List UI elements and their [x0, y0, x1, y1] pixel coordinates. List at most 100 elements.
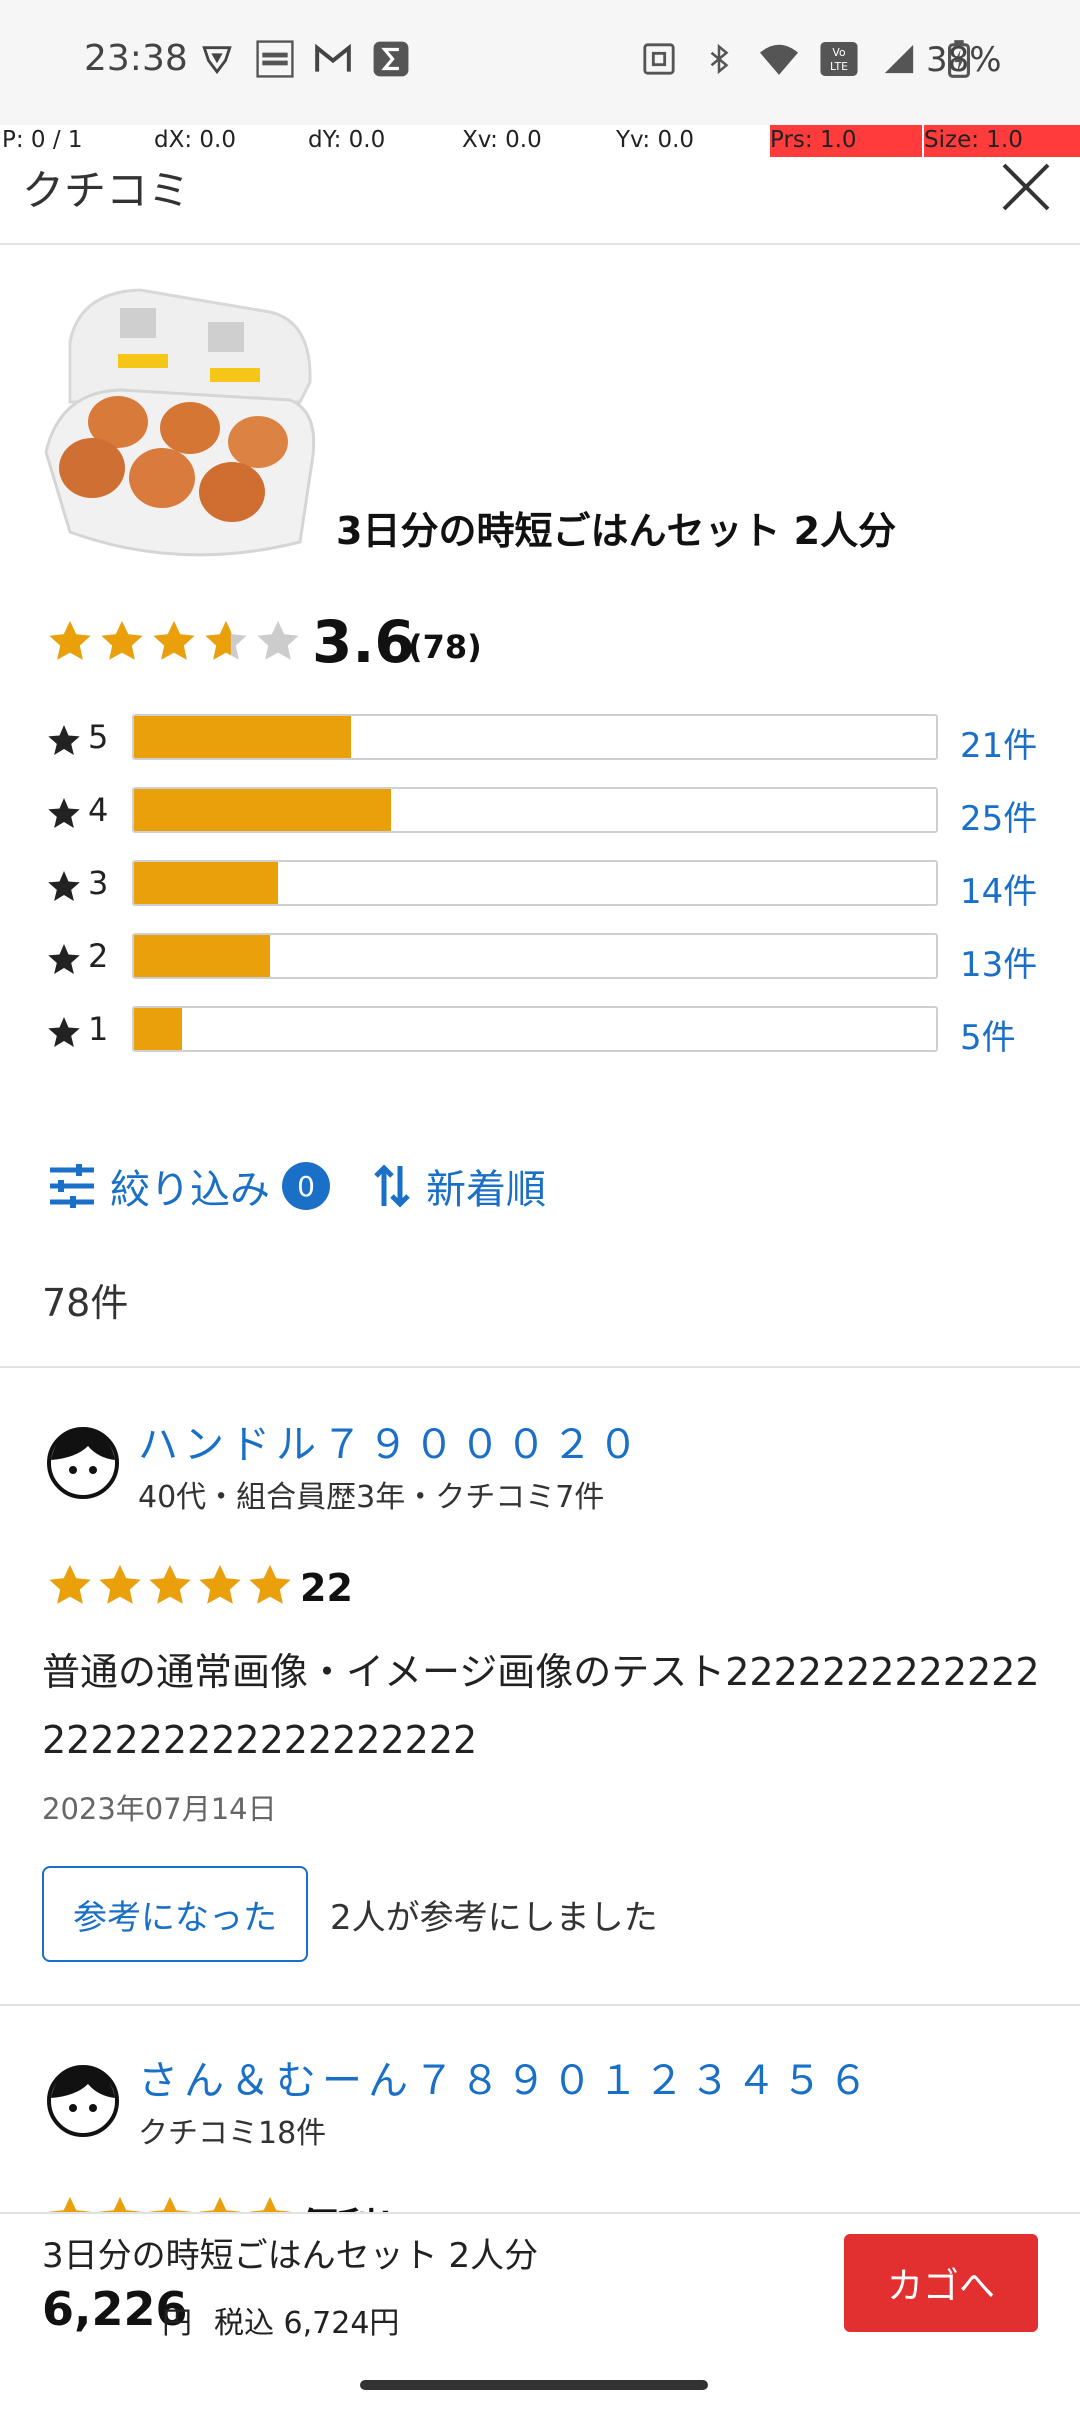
divider: [0, 1366, 1080, 1368]
rating-row-label: 5: [88, 718, 109, 756]
bluetooth-icon: [700, 40, 738, 78]
sigma-app-icon: [372, 40, 410, 78]
status-time: 23:38: [84, 38, 188, 79]
rating-bar: [132, 860, 938, 906]
rating-row-label: 4: [88, 791, 109, 829]
add-to-cart-button[interactable]: カゴへ: [844, 2234, 1038, 2332]
rating-star-icon: [257, 621, 299, 660]
rating-row-label: 3: [88, 864, 109, 902]
rating-row-count-link[interactable]: 21件: [960, 718, 1037, 767]
sports-bull-app-icon: [256, 40, 294, 78]
star-icon: [48, 1017, 80, 1047]
rating-bar: [132, 933, 938, 979]
product-image: [40, 282, 320, 562]
rating-row-count-link[interactable]: 25件: [960, 791, 1037, 840]
rating-bar: [132, 714, 938, 760]
battery-percent: 38%: [926, 40, 1002, 80]
bottom-product-name: 3日分の時短ごはんセット 2人分: [42, 2236, 539, 2276]
rating-star-icon: [101, 621, 143, 660]
rating-star-icon: [99, 1565, 141, 1604]
vpn-shield-icon: [198, 40, 236, 78]
helpful-count-text: 2人が参考にしました: [330, 1898, 658, 1938]
rating-row-1[interactable]: 1 5件: [46, 1006, 1056, 1058]
filter-count-badge: 0: [282, 1162, 330, 1210]
star-icon: [48, 798, 80, 828]
review-stars: [46, 1562, 294, 1610]
helpful-button[interactable]: 参考になった: [42, 1866, 308, 1962]
rating-row-count-link[interactable]: 14件: [960, 864, 1037, 913]
rating-star-icon: [49, 1565, 91, 1604]
debug-pointer: P: 0 / 1: [2, 127, 83, 153]
rating-star-icon: [199, 1565, 241, 1604]
average-rating-stars: [46, 618, 302, 666]
filter-button[interactable]: 絞り込み 0: [46, 1156, 330, 1216]
notification-icons: [198, 40, 410, 78]
review-total-count: 78件: [42, 1281, 129, 1325]
sort-button[interactable]: 新着順: [372, 1156, 546, 1216]
avatar: [46, 1426, 120, 1500]
filter-label: 絞り込み: [110, 1167, 270, 1213]
gmail-icon: [314, 40, 352, 78]
review-title: 22: [300, 1566, 353, 1610]
avatar: [46, 2064, 120, 2138]
close-icon: [1002, 163, 1050, 211]
review-date: 2023年07月14日: [42, 1792, 277, 1826]
status-bar: 23:38 Vo LTE 38%: [0, 0, 1080, 125]
close-button[interactable]: [996, 157, 1056, 217]
rating-star-icon: [153, 621, 195, 660]
rating-row-label: 2: [88, 937, 109, 975]
reviewer-name-link[interactable]: さん＆むーん７８９０１２３４５６: [138, 2048, 874, 2106]
price-tax-included: 税込 6,724円: [214, 2306, 400, 2341]
review-body: 普通の通常画像・イメージ画像のテスト2222222222222222222222…: [42, 1650, 1040, 1762]
rating-bar-fill: [134, 862, 279, 904]
reviewer-meta: クチコミ18件: [138, 2116, 327, 2151]
debug-yv: Yv: 0.0: [616, 127, 695, 153]
nfc-icon: [640, 40, 678, 78]
rating-row-5[interactable]: 5 21件: [46, 714, 1056, 766]
review-header: クチコミ: [0, 157, 1080, 245]
debug-pressure: Prs: 1.0: [770, 125, 922, 157]
user-face-icon: [47, 1427, 119, 1499]
rating-average: 3.6: [312, 608, 415, 676]
pointer-debug-overlay: P: 0 / 1 dX: 0.0 dY: 0.0 Xv: 0.0 Yv: 0.0…: [0, 125, 1080, 157]
home-indicator[interactable]: [360, 2380, 708, 2390]
rating-row-label: 1: [88, 1010, 109, 1048]
svg-text:LTE: LTE: [830, 60, 848, 73]
egg-carton-image: [44, 288, 316, 557]
cart-bottom-bar: 3日分の時短ごはんセット 2人分 6,226 円 税込 6,724円 カゴへ: [0, 2212, 1080, 2412]
debug-dx: dX: 0.0: [154, 127, 236, 153]
debug-xv: Xv: 0.0: [462, 127, 542, 153]
volte-icon: Vo LTE: [820, 40, 858, 78]
price-currency: 円: [162, 2306, 192, 2341]
rating-row-count-link[interactable]: 13件: [960, 937, 1037, 986]
rating-star-icon: [49, 621, 91, 660]
debug-dy: dY: 0.0: [308, 127, 386, 153]
rating-row-3[interactable]: 3 14件: [46, 860, 1056, 912]
rating-bar-fill: [134, 716, 351, 758]
rating-bar-fill: [134, 1008, 183, 1050]
sort-arrows-icon: [374, 1164, 410, 1208]
signal-icon: [880, 40, 918, 78]
reviewer-name-link[interactable]: ハンドル７９０００２０: [138, 1412, 644, 1470]
sort-label: 新着順: [426, 1167, 546, 1213]
rating-star-icon: [149, 1565, 191, 1604]
star-icon: [48, 871, 80, 901]
divider: [0, 2004, 1080, 2006]
rating-star-icon: [205, 621, 247, 660]
svg-text:Vo: Vo: [832, 46, 846, 59]
rating-bar-fill: [134, 789, 391, 831]
user-face-icon: [47, 2065, 119, 2137]
filter-sliders-icon: [50, 1164, 94, 1208]
star-icon: [48, 944, 80, 974]
rating-count: (78): [408, 628, 482, 666]
rating-bar: [132, 787, 938, 833]
star-icon: [48, 725, 80, 755]
rating-row-2[interactable]: 2 13件: [46, 933, 1056, 985]
rating-bar: [132, 1006, 938, 1052]
rating-star-icon: [249, 1565, 291, 1604]
product-title: 3日分の時短ごはんセット 2人分: [336, 509, 897, 553]
reviewer-meta: 40代・組合員歴3年・クチコミ7件: [138, 1480, 605, 1515]
rating-row-4[interactable]: 4 25件: [46, 787, 1056, 839]
rating-row-count-link[interactable]: 5件: [960, 1010, 1016, 1059]
debug-size: Size: 1.0: [924, 125, 1080, 157]
